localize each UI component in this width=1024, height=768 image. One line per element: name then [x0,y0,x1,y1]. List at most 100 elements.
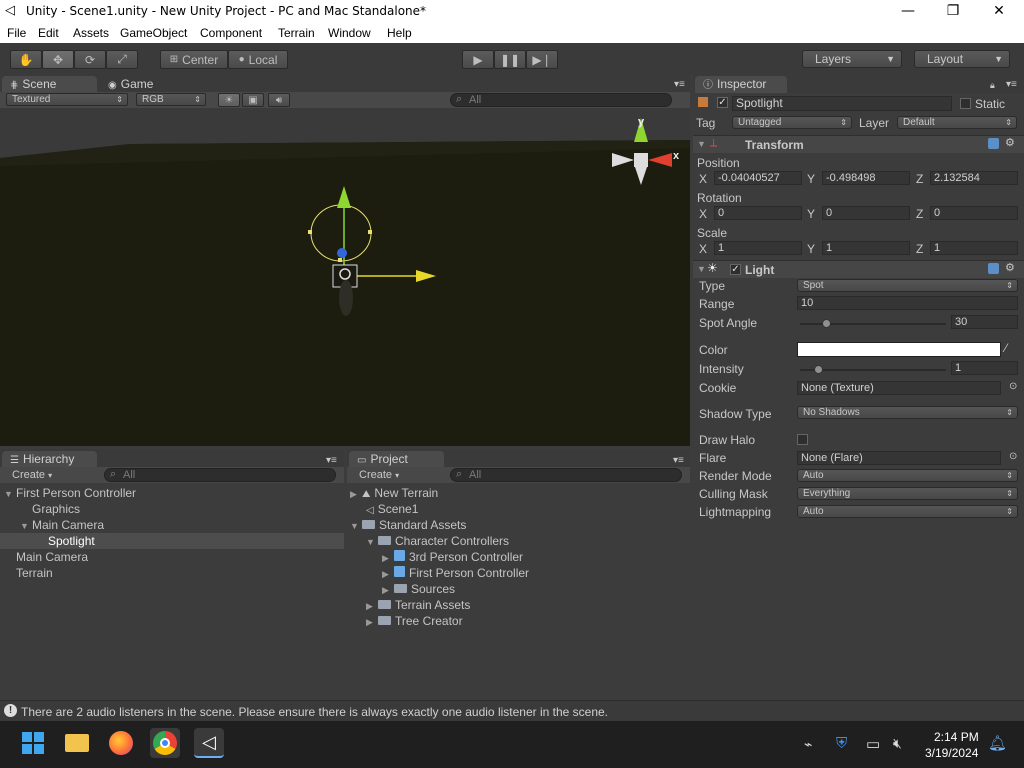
layout-dropdown[interactable]: Layout ▼ [914,50,1010,68]
spot-angle-field[interactable]: 30 [951,315,1018,329]
project-search-input[interactable]: All [450,468,682,482]
shadow-type-dropdown[interactable]: No Shadows ⇕ [797,406,1018,419]
list-item[interactable]: ▶ 3rd Person Controller [382,549,523,565]
menu-gameobject[interactable]: GameObject [120,26,187,40]
scene-audio-toggle[interactable]: 🔊︎ [268,93,290,107]
lightmapping-dropdown[interactable]: Auto ⇕ [797,505,1018,518]
list-item[interactable]: Terrain [16,565,53,581]
active-checkbox[interactable]: ✓ [717,97,728,108]
scene-lighting-toggle[interactable]: ☀ [218,93,240,107]
tab-project[interactable]: ▭ Project [349,451,444,468]
clock-time[interactable]: 2:14 PM [934,730,979,744]
panel-menu-icon[interactable]: ▾≡ [326,455,337,466]
tag-dropdown[interactable]: Untagged ⇕ [732,116,852,129]
menu-file[interactable]: File [7,26,26,40]
list-item[interactable]: ▼ Character Controllers [366,533,509,549]
expand-arrow-icon[interactable]: ▶ [366,598,378,614]
firefox-button[interactable] [106,728,136,758]
object-picker-icon[interactable]: ⊙ [1009,451,1017,462]
lock-icon[interactable]: 🔒︎ [990,80,995,91]
notification-bell-icon[interactable]: 🔔︎ [988,734,1007,752]
culling-mask-dropdown[interactable]: Everything ⇕ [797,487,1018,500]
cookie-field[interactable]: None (Texture) [797,381,1001,395]
network-off-icon[interactable]: ⌁ [804,736,812,753]
help-icon[interactable] [988,138,999,149]
hierarchy-search-input[interactable]: All [104,468,336,482]
rotation-x-field[interactable]: 0 [714,206,802,220]
light-header[interactable] [693,260,1024,278]
hierarchy-create-button[interactable]: Create ▾ [12,469,52,481]
expand-arrow-icon[interactable]: ▶ [366,614,378,630]
move-tool-button[interactable]: ✥ [42,50,74,69]
hand-tool-button[interactable]: ✋ [10,50,42,69]
help-icon[interactable] [988,263,999,274]
list-item[interactable]: ▼ Main Camera [20,517,104,533]
pivot-local-button[interactable]: ● Local [228,50,288,69]
play-button[interactable]: ▶ [462,50,494,69]
maximize-button[interactable]: ❐ [930,1,976,23]
list-item[interactable]: ▶ Sources [382,581,455,597]
menu-assets[interactable]: Assets [73,26,109,40]
expand-arrow-icon[interactable]: ▶ [382,582,394,598]
chrome-button[interactable] [150,728,180,758]
color-swatch[interactable] [797,342,1001,357]
start-button[interactable] [18,728,48,758]
list-item-selected[interactable]: Spotlight [48,533,95,549]
tab-game[interactable]: ◉ Game [100,76,195,93]
eyedropper-icon[interactable]: ⁄ [1005,341,1007,355]
display-icon[interactable]: ▭ [866,735,880,753]
draw-halo-checkbox[interactable] [797,434,808,445]
intensity-field[interactable]: 1 [951,361,1018,375]
object-picker-icon[interactable]: ⊙ [1009,381,1017,392]
tab-inspector[interactable]: ⓘ Inspector [695,76,787,93]
volume-mute-icon[interactable]: 🔇︎ [893,735,902,752]
expand-arrow-icon[interactable]: ▶ [382,550,394,566]
scale-y-field[interactable]: 1 [822,241,910,255]
light-enabled-checkbox[interactable]: ✓ [730,264,741,275]
shield-icon[interactable]: ⛨ [836,735,847,752]
panel-menu-icon[interactable]: ▾≡ [673,455,684,466]
foldout-arrow-icon[interactable]: ▼ [697,139,706,149]
scene-search-input[interactable]: All [450,93,672,107]
panel-menu-icon[interactable]: ▾≡ [674,79,685,90]
gear-icon[interactable]: ⚙ [1005,136,1015,149]
gear-icon[interactable]: ⚙ [1005,261,1015,274]
scale-x-field[interactable]: 1 [714,241,802,255]
list-item[interactable]: ▼ First Person Controller [4,485,136,501]
scene-viewport[interactable]: y x [0,108,690,446]
position-x-field[interactable]: -0.04040527 [714,171,802,185]
transform-header[interactable] [693,135,1024,153]
expand-arrow-icon[interactable]: ▶ [382,566,394,582]
project-create-button[interactable]: Create ▾ [359,469,399,481]
tab-scene[interactable]: ⋕ Scene [2,76,97,93]
flare-field[interactable]: None (Flare) [797,451,1001,465]
list-item[interactable]: Main Camera [16,549,88,565]
range-field[interactable]: 10 [797,296,1018,310]
list-item[interactable]: ▶ Tree Creator [366,613,463,629]
list-item[interactable]: ▶ First Person Controller [382,565,529,581]
list-item[interactable]: ▶ Terrain Assets [366,597,470,613]
expand-arrow-icon[interactable]: ▼ [20,518,32,534]
intensity-slider-knob[interactable] [813,365,823,374]
rotation-y-field[interactable]: 0 [822,206,910,220]
step-button[interactable]: ▶❘ [526,50,558,69]
expand-arrow-icon[interactable]: ▶ [350,486,362,502]
layers-dropdown[interactable]: Layers ▼ [802,50,902,68]
file-explorer-button[interactable] [62,728,92,758]
render-mode-dropdown[interactable]: Textured ⇕ [6,93,128,106]
scene-fx-toggle[interactable]: ▣ [242,93,264,107]
scale-tool-button[interactable]: ⤢ [106,50,138,69]
color-mode-dropdown[interactable]: RGB ⇕ [136,93,206,106]
menu-edit[interactable]: Edit [38,26,59,40]
tab-hierarchy[interactable]: ☰ Hierarchy [2,451,97,468]
status-bar[interactable]: ! There are 2 audio listeners in the sce… [0,700,1024,721]
layer-dropdown[interactable]: Default ⇕ [897,116,1017,129]
list-item[interactable]: ▶ ⛰ New Terrain [350,485,438,501]
expand-arrow-icon[interactable]: ▼ [366,534,378,550]
list-item[interactable]: ◁ Scene1 [366,501,418,517]
panel-menu-icon[interactable]: ▾≡ [1006,79,1017,90]
rotate-tool-button[interactable]: ⟳ [74,50,106,69]
minimize-button[interactable]: — [885,1,931,23]
position-y-field[interactable]: -0.498498 [822,171,910,185]
list-item[interactable]: Graphics [32,501,80,517]
